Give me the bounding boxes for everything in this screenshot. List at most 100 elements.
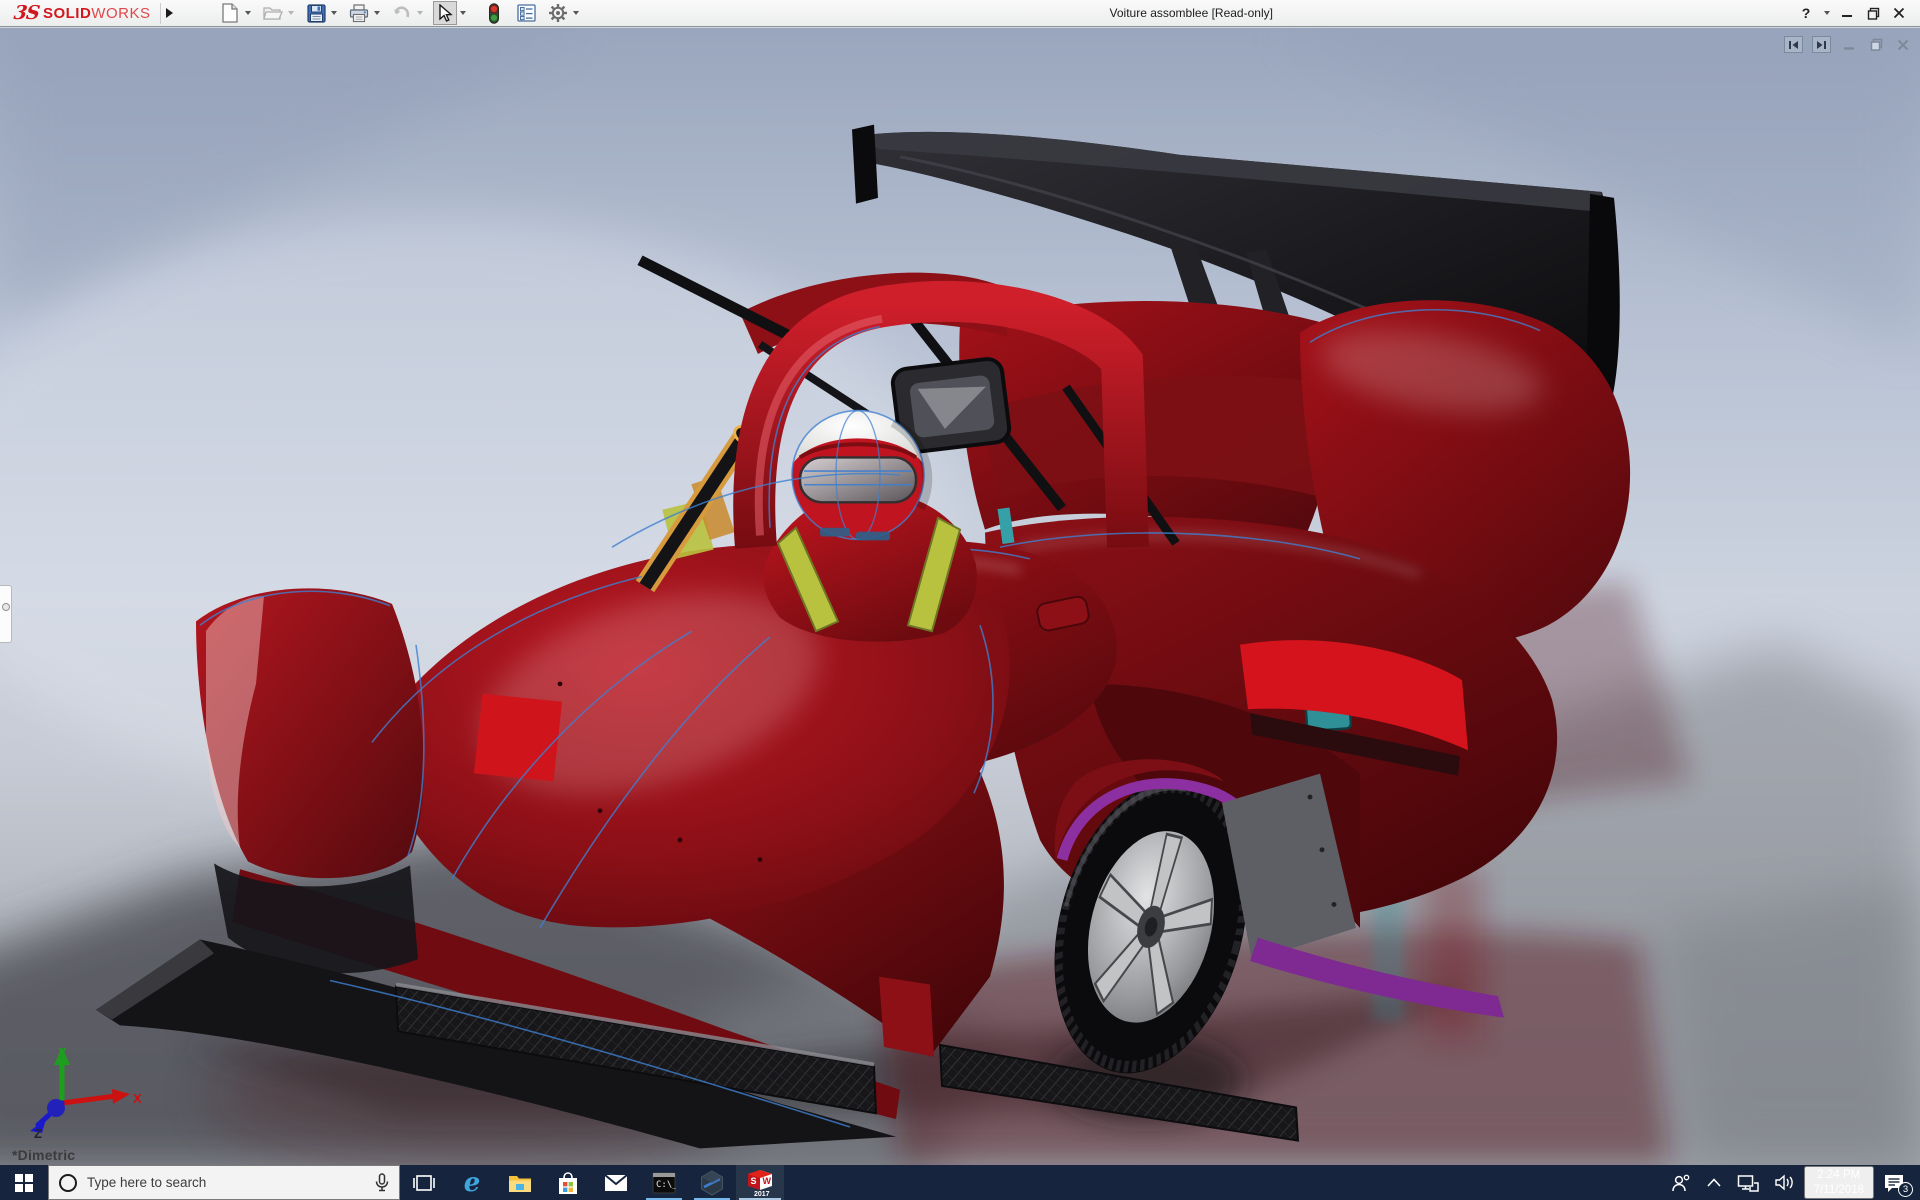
- orientation-triad: Y X Z: [30, 1045, 142, 1139]
- rebuild-traffic-light-icon: [489, 2, 500, 24]
- save-dropdown[interactable]: [328, 1, 339, 25]
- undo-arrow-icon: [394, 6, 410, 18]
- mail-icon: [604, 1173, 628, 1191]
- tray-time: 2:24 PM: [1817, 1169, 1861, 1182]
- action-center-button[interactable]: 3: [1876, 1165, 1913, 1200]
- taskbar-clock[interactable]: 2:24 PM 7/11/2018: [1803, 1166, 1874, 1199]
- taskbar-solidworks[interactable]: S W 2017: [736, 1165, 784, 1200]
- maximize-button[interactable]: [1862, 2, 1884, 24]
- graphics-area[interactable]: Y X Z *Dimetric: [0, 28, 1920, 1165]
- svg-text:S: S: [751, 1176, 757, 1186]
- command-prompt-icon: C:\_: [652, 1172, 676, 1193]
- microsoft-store-icon: [559, 1171, 577, 1194]
- help-dropdown[interactable]: [1821, 1, 1832, 25]
- svg-text:C:\_: C:\_: [656, 1180, 676, 1190]
- doc-restore-icon: [1870, 38, 1882, 51]
- close-button[interactable]: [1888, 2, 1910, 24]
- notification-badge: 3: [1898, 1182, 1913, 1197]
- help-button[interactable]: ?: [1795, 2, 1817, 24]
- select-cursor-icon: [439, 3, 454, 22]
- logo-works-text: WORKS: [91, 4, 151, 22]
- volume-button[interactable]: [1768, 1165, 1802, 1200]
- main-toolbar: [218, 0, 587, 26]
- model-scene: [0, 28, 1920, 1165]
- task-view-icon: [413, 1174, 435, 1191]
- doc-close-button[interactable]: [1894, 36, 1912, 53]
- doc-close-icon: [1897, 39, 1909, 50]
- minimize-button[interactable]: [1836, 2, 1858, 24]
- select-dropdown[interactable]: [457, 1, 468, 25]
- start-button[interactable]: [0, 1165, 48, 1200]
- next-pane-button[interactable]: [1812, 36, 1831, 53]
- taskbar-edge[interactable]: e: [448, 1165, 496, 1200]
- network-button[interactable]: [1730, 1165, 1766, 1200]
- previous-pane-button[interactable]: [1784, 36, 1803, 53]
- titlebar: 3S SOLID WORKS Voiture assomblee [Read-o…: [0, 0, 1920, 27]
- solidworks-2017-icon: S W 2017: [747, 1169, 773, 1198]
- view-orientation-label: *Dimetric: [12, 1147, 76, 1163]
- rebuild-button[interactable]: [482, 1, 506, 25]
- new-document-dropdown[interactable]: [242, 1, 253, 25]
- hexagon-app-icon: [701, 1169, 723, 1196]
- doc-restore-button[interactable]: [1867, 36, 1885, 53]
- minimize-icon: [1842, 15, 1852, 17]
- windows-logo-icon: [15, 1173, 33, 1192]
- volume-icon: [1774, 1174, 1793, 1191]
- tray-date: 7/11/2018: [1813, 1183, 1864, 1196]
- file-explorer-icon: [509, 1175, 531, 1192]
- taskbar-search[interactable]: [48, 1165, 400, 1200]
- task-view-button[interactable]: [400, 1165, 448, 1200]
- feature-tree-collapsed-tab[interactable]: [0, 585, 12, 643]
- taskbar-mail[interactable]: [592, 1165, 640, 1200]
- new-document-button[interactable]: [218, 1, 242, 25]
- triad-x-label: X: [133, 1091, 142, 1106]
- taskbar-microsoft-store[interactable]: [544, 1165, 592, 1200]
- window-title: Voiture assomblee [Read-only]: [1109, 6, 1273, 20]
- system-tray: 2:24 PM 7/11/2018 3: [1664, 1165, 1920, 1200]
- document-window-controls: [1784, 36, 1912, 53]
- logo-solid-text: SOLID: [42, 4, 92, 22]
- taskbar: e C:\_ SW 2017: [0, 1165, 1920, 1200]
- save-button[interactable]: [304, 1, 328, 25]
- restore-icon: [1867, 7, 1879, 20]
- taskbar-command-prompt[interactable]: C:\_: [640, 1165, 688, 1200]
- people-button[interactable]: [1664, 1165, 1698, 1200]
- taskbar-cad-hexagon[interactable]: [688, 1165, 736, 1200]
- save-floppy-icon: [307, 3, 326, 23]
- open-dropdown[interactable]: [285, 1, 296, 25]
- window-controls: ?: [1795, 1, 1920, 25]
- solidworks-window: 3S SOLID WORKS Voiture assomblee [Read-o…: [0, 0, 1920, 1200]
- options-dropdown[interactable]: [570, 1, 581, 25]
- new-document-icon: [222, 3, 239, 23]
- options-gear-icon: [549, 4, 568, 22]
- open-button[interactable]: [261, 1, 285, 25]
- pane-right-icon: [1817, 40, 1826, 49]
- print-button[interactable]: [347, 1, 371, 25]
- select-button[interactable]: [433, 1, 458, 25]
- toolbar-flyout-arrow[interactable]: [160, 2, 178, 24]
- front-fender-left: [196, 588, 425, 974]
- options-button[interactable]: [546, 1, 570, 25]
- taskbar-file-explorer[interactable]: [496, 1165, 544, 1200]
- red-access-panel: [473, 693, 563, 782]
- search-icon: [59, 1173, 77, 1192]
- microphone-icon[interactable]: [375, 1172, 389, 1193]
- file-properties-icon: [517, 4, 536, 22]
- open-folder-icon: [263, 7, 284, 20]
- undo-dropdown[interactable]: [414, 1, 425, 25]
- chevron-up-icon: [1707, 1178, 1721, 1187]
- search-input[interactable]: [87, 1175, 365, 1190]
- edge-icon: e: [463, 1167, 481, 1198]
- print-dropdown[interactable]: [371, 1, 382, 25]
- svg-text:W: W: [763, 1176, 772, 1186]
- pane-left-icon: [1789, 40, 1798, 49]
- file-properties-button[interactable]: [514, 1, 538, 25]
- undo-button[interactable]: [390, 1, 414, 25]
- network-icon: [1737, 1174, 1759, 1192]
- show-hidden-icons-button[interactable]: [1700, 1165, 1728, 1200]
- doc-minimize-button[interactable]: [1840, 36, 1858, 53]
- triad-y-label: Y: [58, 1045, 67, 1060]
- close-icon: [1893, 7, 1905, 19]
- flyout-triangle-icon: [166, 8, 174, 18]
- logo-3s-mark: 3S: [12, 2, 41, 24]
